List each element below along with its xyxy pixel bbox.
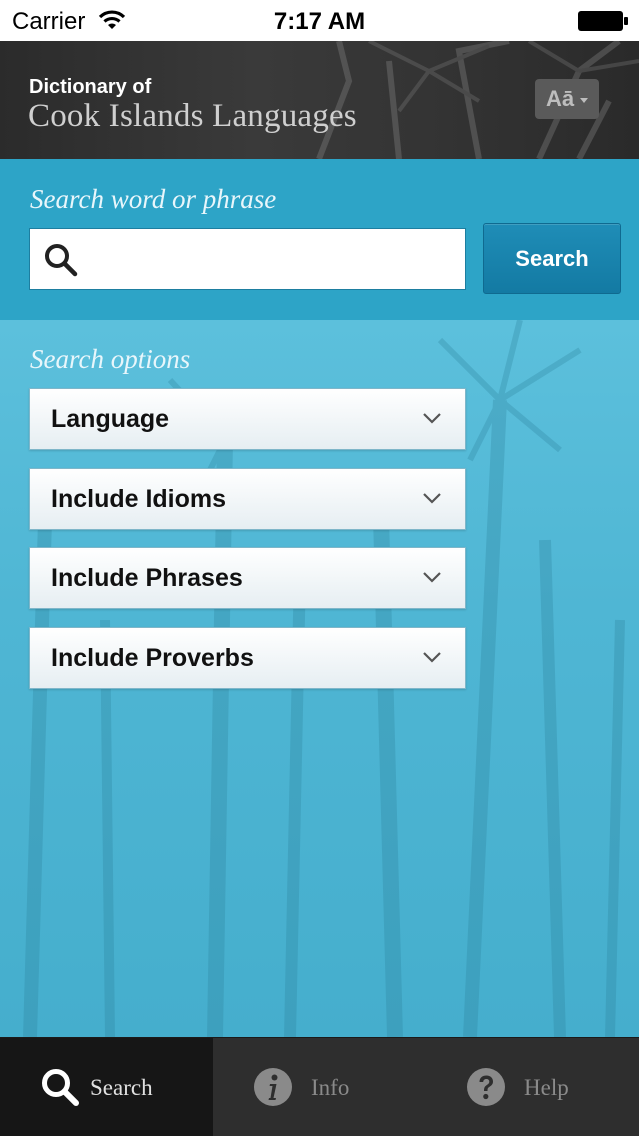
app-header: Dictionary of Cook Islands Languages Aā — [0, 41, 639, 159]
search-input[interactable] — [90, 229, 460, 289]
search-panel: Search word or phrase Search — [0, 159, 639, 320]
chevron-down-icon — [423, 493, 441, 504]
option-label: Include Proverbs — [51, 644, 254, 672]
tab-help[interactable]: Help — [426, 1038, 639, 1136]
battery-icon — [578, 11, 628, 31]
help-icon — [467, 1068, 505, 1106]
tab-search[interactable]: Search — [0, 1038, 213, 1136]
tab-info[interactable]: Info — [213, 1038, 426, 1136]
tab-bar: Search Info Help — [0, 1037, 639, 1136]
chevron-down-icon — [423, 572, 441, 583]
status-bar: Carrier 7:17 AM — [0, 0, 639, 41]
search-button[interactable]: Search — [483, 223, 621, 294]
option-label: Language — [51, 405, 170, 433]
chevron-down-icon — [423, 413, 441, 424]
chevron-down-icon — [423, 652, 441, 663]
search-field[interactable] — [29, 228, 466, 290]
search-icon — [42, 1069, 79, 1106]
tab-label: Help — [524, 1075, 569, 1100]
options-label: Search options — [30, 344, 191, 374]
option-include-phrases[interactable]: Include Phrases — [29, 547, 466, 609]
tab-label: Search — [90, 1075, 153, 1100]
option-label: Include Phrases — [51, 564, 243, 592]
option-include-idioms[interactable]: Include Idioms — [29, 468, 466, 530]
search-icon — [45, 244, 78, 277]
option-language[interactable]: Language — [29, 388, 466, 450]
app-title-small: Dictionary of — [29, 76, 152, 98]
tab-label: Info — [311, 1075, 350, 1100]
search-options-panel: Search options Language Include Idioms I… — [0, 320, 639, 1037]
option-include-proverbs[interactable]: Include Proverbs — [29, 627, 466, 689]
info-icon — [254, 1068, 292, 1106]
app-title: Cook Islands Languages — [28, 98, 357, 134]
caret-down-icon — [580, 97, 589, 103]
font-size-label: Aā — [545, 86, 575, 111]
option-label: Include Idioms — [51, 485, 227, 513]
font-size-button[interactable]: Aā — [535, 79, 599, 119]
search-label: Search word or phrase — [30, 184, 277, 214]
status-time: 7:17 AM — [273, 8, 366, 35]
